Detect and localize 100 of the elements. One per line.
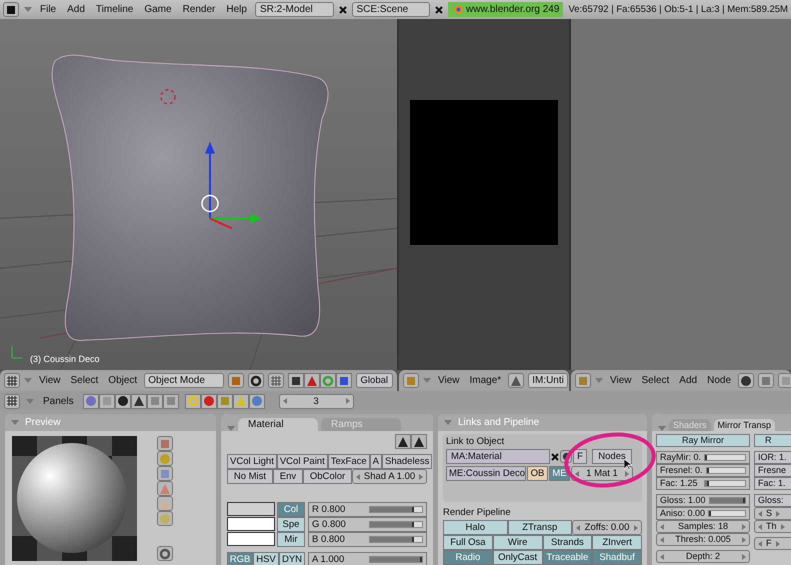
scene-field[interactable]: SCE:Scene [352, 2, 430, 17]
color-channel-button[interactable]: Col [277, 502, 305, 517]
slider[interactable]: A 1.000 [308, 552, 427, 565]
panels-icon[interactable] [4, 394, 20, 408]
material-field[interactable]: MA:Material [446, 449, 550, 464]
slider[interactable]: G 0.800 [308, 517, 427, 532]
menu-item[interactable]: View [36, 375, 64, 386]
number-field[interactable]: Zoffs: 0.00 [572, 520, 642, 535]
slider[interactable]: Fac: 1.25 [656, 477, 750, 490]
number-field[interactable]: Shad A 1.00 [352, 469, 428, 484]
scene-stats: Ve:65792 | Fa:65536 | Ob:5-1 | La:3 | Mem:589.25M [568, 4, 788, 15]
color-mode-button[interactable]: DYN [279, 552, 305, 565]
circle-icon[interactable] [157, 546, 173, 561]
panel-title: Preview [25, 417, 61, 428]
frame-field[interactable]: 3 [278, 394, 354, 408]
slider[interactable]: RayMir: 0. [656, 451, 750, 464]
triangle-icon[interactable] [304, 373, 320, 388]
color-swatch[interactable] [227, 532, 275, 546]
number-field[interactable]: Fresne [754, 464, 791, 477]
color-mode-button[interactable]: HSV [253, 552, 279, 565]
square-icon[interactable] [336, 373, 352, 388]
toggle-button[interactable]: R [754, 434, 791, 447]
mesh-field[interactable]: ME:Coussin Deco [446, 466, 526, 481]
sphere-icon[interactable] [738, 373, 754, 388]
object-label: (3) Coussin Deco [30, 354, 100, 364]
orientation-dropdown[interactable]: Global [356, 373, 393, 388]
tab[interactable]: Mirror Transp [714, 419, 776, 431]
toggle-button[interactable]: Traceable [542, 550, 592, 565]
screen-field[interactable]: SR:2-Model [254, 2, 334, 17]
toggle-button[interactable]: ZInvert [592, 535, 642, 550]
ring-icon[interactable] [320, 373, 336, 388]
close-icon[interactable] [338, 6, 346, 14]
number-field[interactable]: Depth: 2 [656, 550, 750, 563]
toggle-button[interactable]: Radio [443, 550, 493, 565]
number-field[interactable]: F [754, 537, 791, 550]
left-arrow-icon [282, 398, 287, 404]
logo-icon [452, 4, 464, 15]
slider[interactable]: R 0.800 [308, 502, 427, 517]
menu-item[interactable]: Node [704, 375, 734, 386]
menu-item[interactable]: Add [64, 4, 88, 15]
number-field[interactable]: Th [754, 520, 791, 533]
toggle-button[interactable]: Shadbuf [592, 550, 642, 565]
panel-title: Links and Pipeline [458, 417, 540, 428]
toggle-button[interactable]: Strands [542, 535, 592, 550]
toggle-button[interactable]: Env [272, 469, 303, 484]
toggle-button[interactable]: Ray Mirror [656, 434, 750, 447]
toggle-button[interactable]: Wire [492, 535, 542, 550]
menu-item[interactable]: Add [676, 375, 700, 386]
toggle-button[interactable]: Full Osa [443, 535, 493, 550]
close-icon[interactable] [551, 452, 559, 460]
number-field[interactable]: Thresh: 0.005 [656, 533, 750, 546]
menu-item[interactable]: View [607, 375, 634, 386]
number-field[interactable]: S [754, 507, 791, 520]
number-field[interactable]: Samples: 18 [656, 520, 750, 533]
color-channel-button[interactable]: Mir [277, 532, 305, 547]
toggle-button[interactable]: OnlyCast [492, 550, 542, 565]
menu-item[interactable]: Select [638, 375, 672, 386]
slider[interactable]: Gloss: 1.00 [656, 494, 750, 507]
right-arrow-icon [419, 474, 424, 480]
menu-item[interactable]: Timeline [92, 4, 136, 15]
slider[interactable]: B 0.800 [308, 532, 427, 547]
menu-item[interactable]: Object [105, 375, 140, 386]
menu-item[interactable]: Help [223, 4, 250, 15]
toggle-button[interactable]: TexFace [328, 454, 370, 469]
material-index-field[interactable]: 1 Mat 1 [571, 466, 633, 481]
toggle-button[interactable]: VCol Paint [276, 454, 328, 469]
toggle-button[interactable]: Shadeless [382, 454, 432, 469]
dropdown-triangle-icon [227, 426, 235, 431]
number-field[interactable]: IOR: 1. [754, 451, 791, 464]
slider[interactable]: Aniso: 0.00 [656, 507, 750, 520]
right-arrow-icon [625, 470, 629, 476]
toggle-button[interactable]: No Mist [227, 469, 273, 484]
slider[interactable]: Fresnel: 0. [656, 464, 750, 477]
link-type-button[interactable]: OB [527, 466, 548, 481]
f-button[interactable]: F [573, 449, 587, 464]
mode-dropdown[interactable]: Object Mode [144, 373, 224, 388]
color-mode-button[interactable]: RGB [227, 552, 253, 565]
menu-item[interactable]: File [37, 4, 60, 15]
nodes-button[interactable]: Nodes [592, 449, 632, 464]
menu-item[interactable]: Render [180, 4, 218, 15]
dropdown-triangle-icon [24, 378, 32, 383]
number-field[interactable]: Gloss: [754, 494, 791, 507]
menu-item[interactable]: View [435, 375, 462, 386]
image-field[interactable]: IM:Unti [528, 373, 568, 388]
toggle-button[interactable]: ZTransp [508, 520, 572, 535]
menu-item[interactable]: Game [141, 4, 175, 15]
color-swatch[interactable] [227, 517, 275, 531]
menu-item[interactable]: Select [68, 375, 102, 386]
close-icon[interactable] [435, 6, 444, 14]
grid-icon[interactable] [4, 373, 20, 388]
number-field[interactable]: Fac: 1. [754, 477, 791, 490]
menu-item[interactable]: Image* [466, 375, 504, 386]
color-channel-button[interactable]: Spe [277, 517, 305, 532]
toggle-button[interactable]: VCol Light [227, 454, 277, 469]
toggle-button[interactable]: Halo [443, 520, 508, 535]
dropdown-triangle-icon [26, 398, 34, 404]
tab[interactable]: Material [238, 418, 318, 431]
color-swatch[interactable] [227, 502, 275, 516]
toggle-button[interactable]: ObColor [302, 469, 352, 484]
toggle-button[interactable]: A [370, 454, 382, 469]
